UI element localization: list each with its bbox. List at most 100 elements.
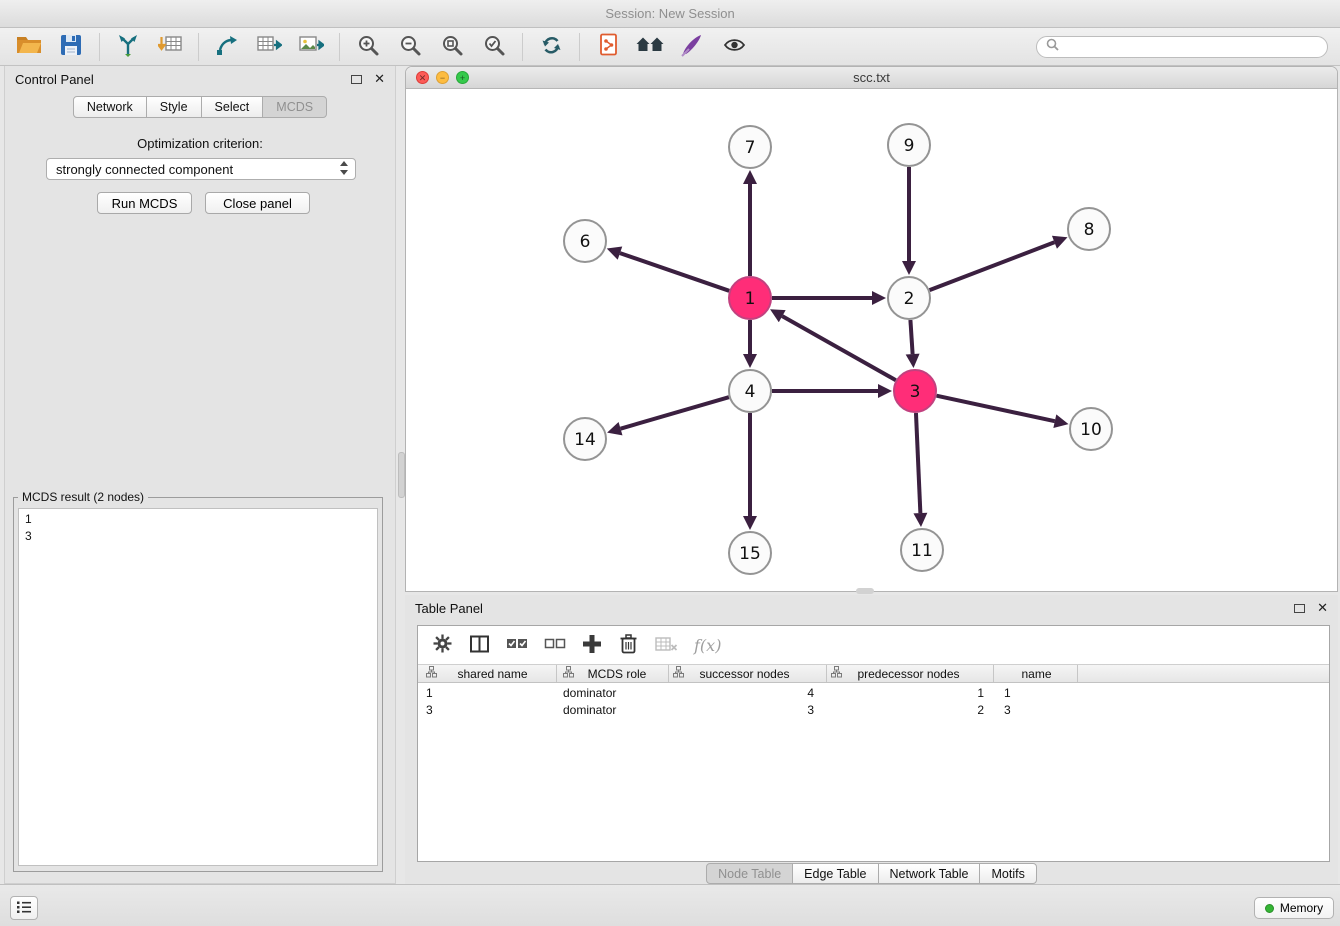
table-panel: Table Panel ✕ <box>405 595 1338 884</box>
tab-mcds[interactable]: MCDS <box>262 96 327 118</box>
memory-button[interactable]: Memory <box>1254 897 1334 919</box>
mcds-result-item: 1 <box>25 511 371 528</box>
toolbar-separator <box>339 33 340 61</box>
tab-edge-table[interactable]: Edge Table <box>792 863 878 884</box>
criterion-dropdown[interactable]: strongly connected component <box>46 158 356 180</box>
network-window-titlebar[interactable]: ✕ − + scc.txt <box>406 67 1337 89</box>
new-network-button[interactable] <box>206 30 248 64</box>
close-table-panel-icon[interactable]: ✕ <box>1317 600 1328 616</box>
node-6[interactable]: 6 <box>564 220 606 262</box>
add-column-button[interactable] <box>582 634 602 657</box>
table-panel-tabs: Node Table Edge Table Network Table Moti… <box>405 863 1338 884</box>
app-titlebar[interactable]: Session: New Session <box>0 0 1340 28</box>
node-2[interactable]: 2 <box>888 277 930 319</box>
zoom-in-button[interactable] <box>347 30 389 64</box>
panel-resize-handle-vertical[interactable] <box>398 452 405 498</box>
node-label: 4 <box>745 382 756 402</box>
edge-4-14[interactable] <box>621 397 729 429</box>
close-panel-button[interactable]: Close panel <box>205 192 310 214</box>
table-row[interactable]: 3 dominator 3 2 3 <box>418 701 1329 718</box>
show-columns-button[interactable] <box>469 634 490 657</box>
save-session-button[interactable] <box>50 30 92 64</box>
column-header-shared-name[interactable]: shared name <box>418 665 557 682</box>
table-cell: 4 <box>669 686 827 700</box>
zoom-fit-button[interactable] <box>431 30 473 64</box>
network-home-icon <box>636 35 664 58</box>
table-settings-button[interactable] <box>432 633 453 657</box>
export-table-icon <box>257 34 282 59</box>
node-15[interactable]: 15 <box>729 532 771 574</box>
column-header-successor-nodes[interactable]: successor nodes <box>669 665 827 682</box>
node-4[interactable]: 4 <box>729 370 771 412</box>
tab-node-table[interactable]: Node Table <box>706 863 793 884</box>
import-network-icon <box>116 33 140 60</box>
node-11[interactable]: 11 <box>901 529 943 571</box>
search-input[interactable] <box>1064 39 1318 56</box>
node-9[interactable]: 9 <box>888 124 930 166</box>
table-toolbar: f(x) <box>418 626 1329 664</box>
edge-3-11[interactable] <box>916 413 920 513</box>
node-table-area: f(x) shared name <box>417 625 1330 862</box>
mcds-result-list[interactable]: 1 3 <box>18 508 378 866</box>
deselect-all-rows-button[interactable] <box>544 635 566 655</box>
attribute-icon <box>563 666 574 681</box>
style-brush-button[interactable] <box>671 30 713 64</box>
node-14[interactable]: 14 <box>564 418 606 460</box>
zoom-selected-button[interactable] <box>473 30 515 64</box>
eye-button[interactable] <box>713 30 755 64</box>
run-mcds-button[interactable]: Run MCDS <box>97 192 192 214</box>
mcds-result-box: MCDS result (2 nodes) 1 3 <box>13 490 383 872</box>
tab-motifs[interactable]: Motifs <box>979 863 1036 884</box>
export-image-button[interactable] <box>290 30 332 64</box>
node-label: 14 <box>574 430 596 450</box>
select-all-rows-button[interactable] <box>506 635 528 655</box>
tab-network[interactable]: Network <box>73 96 147 118</box>
export-table-button[interactable] <box>248 30 290 64</box>
network-home-button[interactable] <box>629 30 671 64</box>
tab-style[interactable]: Style <box>146 96 202 118</box>
node-3[interactable]: 3 <box>894 370 936 412</box>
edge-1-6[interactable] <box>620 253 729 291</box>
task-history-button[interactable] <box>10 896 38 920</box>
zoom-out-button[interactable] <box>389 30 431 64</box>
node-label: 11 <box>911 541 933 561</box>
export-image-icon <box>299 34 324 59</box>
node-1[interactable]: 1 <box>729 277 771 319</box>
delete-column-button[interactable] <box>618 633 639 657</box>
attribute-icon <box>426 666 437 681</box>
list-icon <box>16 900 32 917</box>
node-label: 6 <box>580 232 591 252</box>
close-panel-icon[interactable]: ✕ <box>374 71 385 87</box>
float-table-panel-icon[interactable] <box>1294 604 1305 613</box>
toolbar-separator <box>198 33 199 61</box>
open-session-button[interactable] <box>8 30 50 64</box>
tab-network-table[interactable]: Network Table <box>878 863 981 884</box>
node-10[interactable]: 10 <box>1070 408 1112 450</box>
edge-3-10[interactable] <box>937 396 1055 422</box>
table-row[interactable]: 1 dominator 4 1 1 <box>418 684 1329 701</box>
node-label: 2 <box>904 289 915 309</box>
node-7[interactable]: 7 <box>729 126 771 168</box>
edge-3-1[interactable] <box>782 316 896 380</box>
style-brush-icon <box>680 33 704 60</box>
edge-2-3[interactable] <box>910 320 912 354</box>
refresh-view-button[interactable] <box>530 30 572 64</box>
tab-select[interactable]: Select <box>201 96 264 118</box>
column-header-mcds-role[interactable]: MCDS role <box>557 665 669 682</box>
import-network-button[interactable] <box>107 30 149 64</box>
search-box[interactable] <box>1036 36 1328 58</box>
network-canvas[interactable]: 7 9 6 8 1 2 4 3 14 10 15 11 <box>406 89 1337 592</box>
network-graph[interactable]: 7 9 6 8 1 2 4 3 14 10 15 11 <box>406 89 1337 592</box>
criterion-value: strongly connected component <box>56 162 339 177</box>
float-panel-icon[interactable] <box>351 75 362 84</box>
share-document-button[interactable] <box>587 30 629 64</box>
table-panel-header: Table Panel ✕ <box>405 595 1338 621</box>
node-8[interactable]: 8 <box>1068 208 1110 250</box>
import-table-button[interactable] <box>149 30 191 64</box>
edge-2-8[interactable] <box>930 242 1055 290</box>
save-icon <box>60 34 82 59</box>
column-header-name[interactable]: name <box>994 665 1078 682</box>
function-builder-button: f(x) <box>694 636 721 655</box>
panel-resize-handle-horizontal[interactable] <box>856 588 874 594</box>
column-header-predecessor-nodes[interactable]: predecessor nodes <box>827 665 994 682</box>
